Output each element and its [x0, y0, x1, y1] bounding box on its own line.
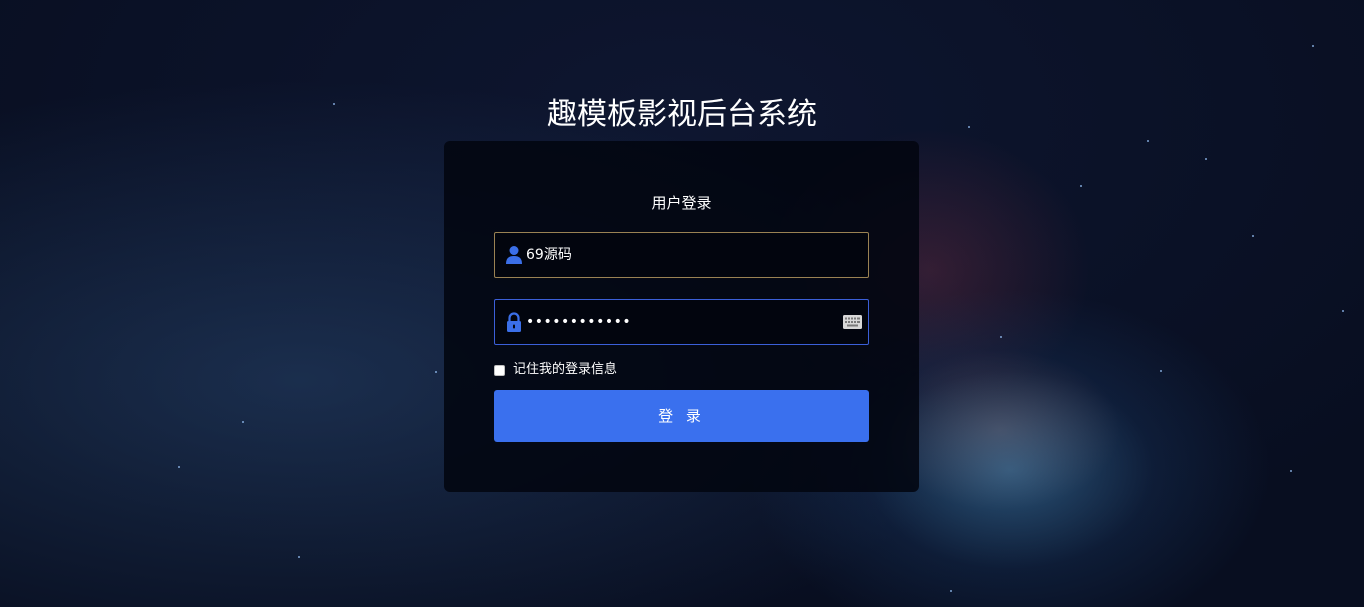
- password-field[interactable]: ••••••••••••: [494, 299, 869, 345]
- password-value[interactable]: ••••••••••••: [526, 300, 631, 344]
- keyboard-icon[interactable]: [843, 315, 862, 329]
- lock-icon: [507, 312, 521, 332]
- remember-label[interactable]: 记住我的登录信息: [513, 361, 617, 379]
- user-icon: [506, 246, 522, 264]
- remember-me[interactable]: 记住我的登录信息: [494, 361, 617, 379]
- username-field[interactable]: 69源码: [494, 232, 869, 278]
- login-button[interactable]: 登 录: [494, 390, 869, 442]
- login-heading: 用户登录: [651, 194, 712, 212]
- username-value[interactable]: 69源码: [526, 233, 572, 277]
- page-title: 趣模板影视后台系统: [547, 97, 817, 132]
- login-card: 用户登录 69源码 •••••••••••• 记住我的登录信息 登 录: [444, 141, 919, 492]
- remember-checkbox[interactable]: [494, 364, 505, 376]
